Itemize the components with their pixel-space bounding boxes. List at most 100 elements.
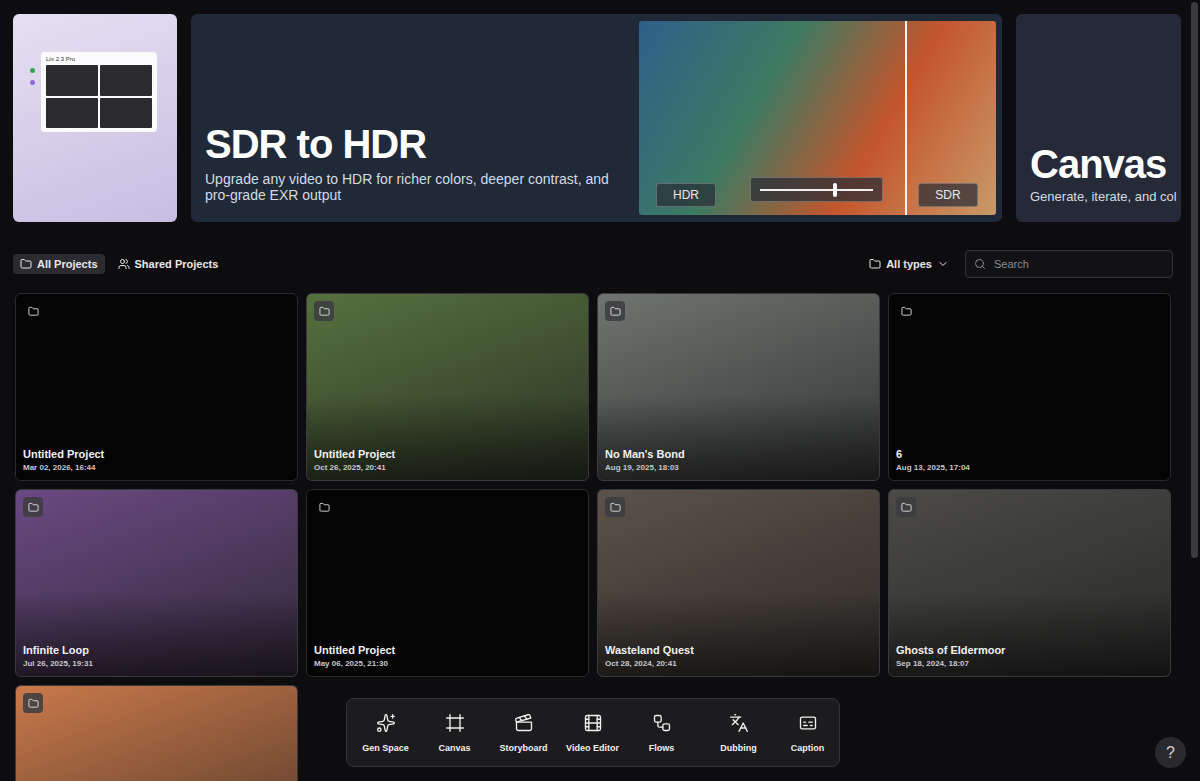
film-icon	[583, 713, 603, 733]
folder-icon	[319, 306, 330, 317]
project-title: Infinite Loop	[23, 644, 290, 656]
project-card[interactable]	[15, 685, 298, 781]
carousel: Ltx 2.3 Pro SDR to HDRUpgrade any video t…	[13, 14, 1188, 222]
tools: All types	[867, 250, 1173, 278]
captions-icon	[798, 713, 818, 733]
project-date: May 06, 2025, 21:30	[314, 659, 581, 668]
project-card[interactable]: 6 Aug 13, 2025, 17:04	[888, 293, 1171, 481]
canvas-card[interactable]: CanvasGenerate, iterate, and col	[1016, 14, 1181, 222]
project-date: Jul 26, 2025, 19:31	[23, 659, 290, 668]
project-card[interactable]: Ghosts of Eldermoor Sep 18, 2024, 18:07	[888, 489, 1171, 677]
panel-label: Ltx 2.3 Pro	[46, 56, 152, 62]
sdr-label: SDR	[918, 183, 978, 207]
preview-tile	[46, 98, 98, 129]
project-card[interactable]: Untitled Project Oct 26, 2025, 20:41	[306, 293, 589, 481]
folder-icon	[28, 698, 39, 709]
toolbar-item[interactable]: Canvas	[420, 709, 489, 757]
slider-handle[interactable]	[833, 183, 837, 197]
promo-card[interactable]: Ltx 2.3 Pro	[13, 14, 177, 222]
project-date: Sep 18, 2024, 18:07	[896, 659, 1163, 668]
frame-icon	[445, 713, 465, 733]
preview-tile	[46, 65, 98, 96]
folder-badge	[23, 693, 43, 713]
scrollbar-thumb[interactable]	[1191, 2, 1198, 558]
tabs: All Projects Shared Projects	[13, 254, 225, 274]
project-card[interactable]: No Man's BondAug 19, 2025, 18:03	[597, 293, 880, 481]
tab[interactable]: All Projects	[13, 254, 105, 274]
project-title: 6	[896, 448, 1163, 460]
folder-badge	[605, 301, 625, 321]
compare-divider[interactable]	[905, 21, 907, 215]
toolbar-item[interactable]: Gen Space	[351, 709, 420, 757]
project-info: Untitled Project May 06, 2025, 21:30	[314, 644, 581, 668]
project-info: Wasteland Quest Oct 28, 2024, 20:41	[605, 644, 872, 668]
toolbar-item[interactable]: Flows	[627, 709, 696, 757]
sparkles-icon	[376, 713, 396, 733]
toolbar-item[interactable]: Caption	[773, 709, 842, 757]
folder-badge	[23, 301, 43, 321]
folder-badge	[23, 497, 43, 517]
search-field[interactable]	[965, 250, 1173, 278]
folder-badge	[314, 301, 334, 321]
project-date: Mar 02, 2026, 16:44	[23, 463, 290, 472]
project-card[interactable]: Infinite Loop Jul 26, 2025, 19:31	[15, 489, 298, 677]
folder-icon	[610, 306, 621, 317]
project-info: Ghosts of Eldermoor Sep 18, 2024, 18:07	[896, 644, 1163, 668]
project-date: Aug 13, 2025, 17:04	[896, 463, 1163, 472]
tab[interactable]: Shared Projects	[111, 254, 226, 274]
folder-badge	[896, 301, 916, 321]
preview-tile	[100, 65, 152, 96]
project-title: Ghosts of Eldermoor	[896, 644, 1163, 656]
folder-icon	[610, 502, 621, 513]
hero-banner[interactable]: SDR to HDRUpgrade any video to HDR for r…	[191, 14, 1002, 222]
project-title: Untitled Project	[314, 448, 581, 460]
folder-icon	[28, 502, 39, 513]
project-date: Oct 26, 2025, 20:41	[314, 463, 581, 472]
folder-icon	[901, 502, 912, 513]
app: Ltx 2.3 Pro SDR to HDRUpgrade any video t…	[0, 0, 1200, 781]
toolbar-item[interactable]: Storyboard	[489, 709, 558, 757]
project-title: Wasteland Quest	[605, 644, 872, 656]
preview-panel: Ltx 2.3 Pro	[41, 52, 157, 132]
type-filter[interactable]: All types	[867, 254, 951, 274]
project-card[interactable]: Untitled Project May 06, 2025, 21:30	[306, 489, 589, 677]
folder-badge	[605, 497, 625, 517]
dot	[30, 80, 35, 85]
help-button[interactable]: ?	[1155, 737, 1186, 768]
scrollbar[interactable]	[1188, 0, 1200, 781]
project-title: Untitled Project	[314, 644, 581, 656]
hero-title: SDR to HDR	[205, 123, 625, 165]
folder-icon	[869, 258, 881, 270]
projects-bar: All Projects Shared Projects All types	[13, 250, 1188, 278]
project-date: Aug 19, 2025, 18:03	[605, 463, 872, 472]
toolbar-group: DubbingCaption	[704, 709, 842, 757]
hero-text: SDR to HDRUpgrade any video to HDR for r…	[205, 21, 625, 215]
content: Ltx 2.3 Pro SDR to HDRUpgrade any video t…	[0, 0, 1188, 781]
project-info: No Man's BondAug 19, 2025, 18:03	[605, 448, 872, 472]
project-card[interactable]: Untitled Project Mar 02, 2026, 16:44	[15, 293, 298, 481]
folder-icon	[20, 258, 32, 270]
storyboard-icon	[514, 713, 534, 733]
project-info: Untitled Project Oct 26, 2025, 20:41	[314, 448, 581, 472]
users-icon	[118, 258, 130, 270]
project-date: Oct 28, 2024, 20:41	[605, 659, 872, 668]
canvas-title: Canvas	[1030, 143, 1177, 185]
folder-badge	[314, 497, 334, 517]
project-info: Untitled Project Mar 02, 2026, 16:44	[23, 448, 290, 472]
compare-slider[interactable]	[750, 177, 883, 202]
toolbar-item[interactable]: Video Editor	[558, 709, 627, 757]
hdr-label: HDR	[656, 183, 716, 207]
project-info: Infinite Loop Jul 26, 2025, 19:31	[23, 644, 290, 668]
toolbar-item[interactable]: Dubbing	[704, 709, 773, 757]
chevron-down-icon	[937, 258, 949, 270]
search-input[interactable]	[992, 257, 1164, 271]
flow-icon	[652, 713, 672, 733]
slider-track[interactable]	[760, 189, 873, 191]
project-info: 6 Aug 13, 2025, 17:04	[896, 448, 1163, 472]
folder-icon	[319, 502, 330, 513]
search-icon	[974, 258, 986, 270]
project-title: Untitled Project	[23, 448, 290, 460]
toolbar-group: Gen SpaceCanvasStoryboardVideo EditorFlo…	[351, 709, 696, 757]
folder-badge	[896, 497, 916, 517]
project-card[interactable]: Wasteland Quest Oct 28, 2024, 20:41	[597, 489, 880, 677]
